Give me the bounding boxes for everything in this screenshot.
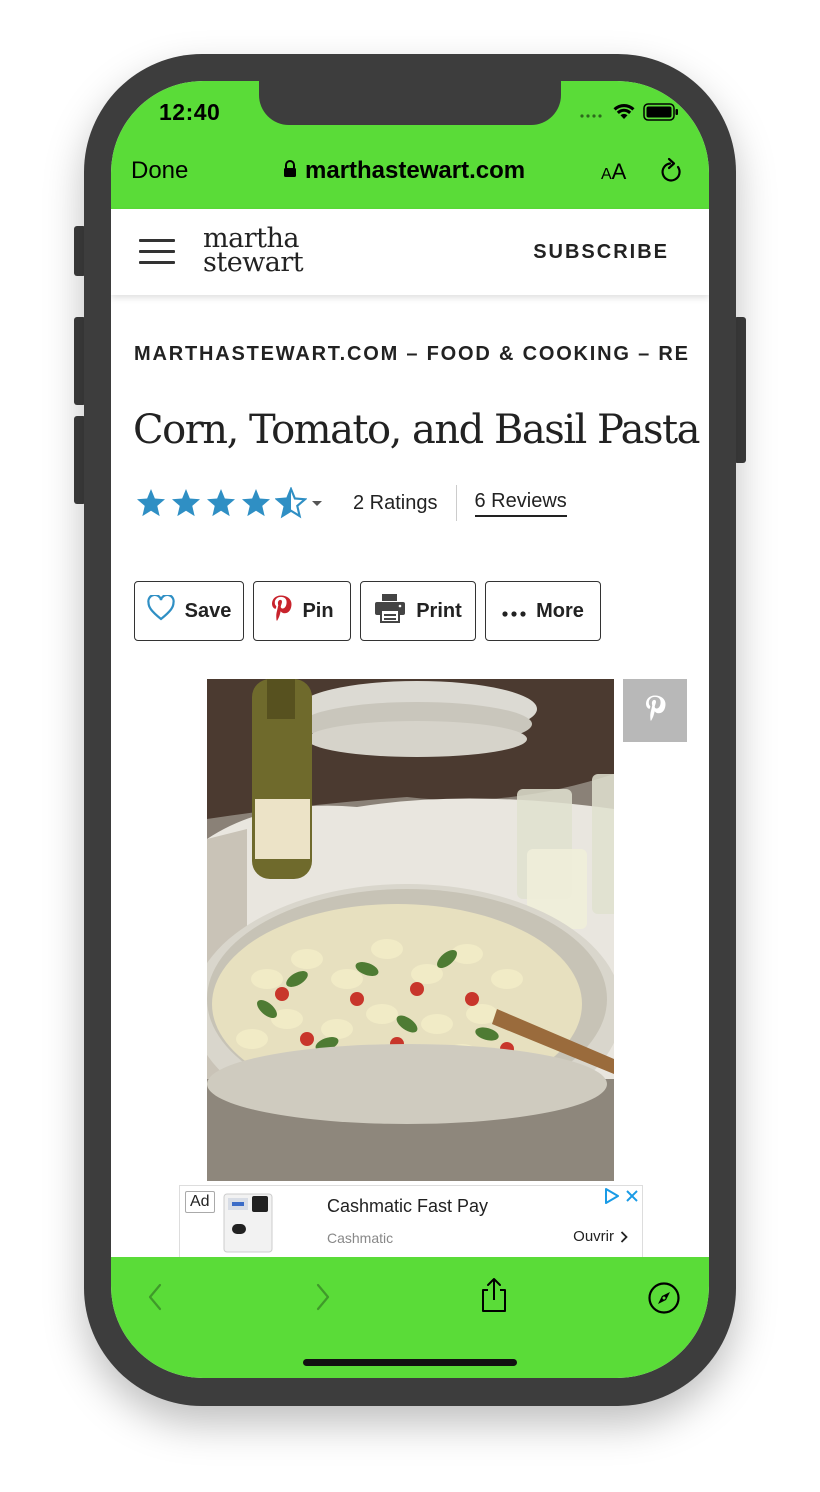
star-icon	[242, 489, 270, 517]
url-text: marthastewart.com	[305, 157, 526, 184]
pin-button[interactable]: Pin	[253, 581, 351, 641]
pin-label: Pin	[302, 599, 334, 622]
star-icon	[207, 489, 235, 517]
done-button[interactable]: Done	[131, 157, 188, 185]
star-rating[interactable]	[135, 487, 307, 519]
more-dots-icon	[502, 600, 526, 623]
page-title: Corn, Tomato, and Basil Pasta	[133, 407, 700, 453]
pinterest-icon	[270, 594, 292, 628]
chevron-down-icon[interactable]	[311, 494, 323, 512]
rating-row: 2 Ratings 6 Reviews	[135, 485, 567, 521]
action-buttons: Save Pin Print More	[134, 581, 601, 641]
hamburger-menu-icon[interactable]	[139, 239, 175, 265]
star-icon	[172, 489, 200, 517]
chevron-right-icon	[620, 1230, 628, 1243]
signal-icon	[579, 106, 605, 124]
ad-open-label: Ouvrir	[573, 1228, 614, 1245]
text-size-button[interactable]: AA	[601, 159, 626, 185]
star-icon	[137, 489, 165, 517]
ad-banner[interactable]: Ad Cashmatic Fast Pay Cashmatic Ouvrir	[179, 1185, 643, 1259]
compass-icon[interactable]	[647, 1281, 681, 1320]
ad-open-button[interactable]: Ouvrir	[573, 1228, 628, 1245]
home-indicator[interactable]	[303, 1359, 517, 1366]
phone-screen: 12:40 Done marthastewart.com AA martha s…	[111, 81, 709, 1378]
half-star-icon	[275, 487, 307, 519]
ad-sponsor: Cashmatic	[327, 1230, 394, 1246]
logo-line-2: stewart	[203, 247, 304, 278]
heart-icon	[146, 593, 175, 627]
print-button[interactable]: Print	[360, 581, 476, 641]
more-label: More	[536, 599, 584, 622]
more-button[interactable]: More	[485, 581, 601, 641]
pin-image-button[interactable]	[623, 679, 687, 742]
ad-choices[interactable]	[604, 1188, 638, 1204]
pinterest-icon	[644, 694, 666, 727]
share-icon[interactable]	[478, 1277, 510, 1318]
status-icons	[579, 103, 679, 126]
site-logo[interactable]: martha stewart	[203, 225, 304, 278]
subscribe-link[interactable]: SUBSCRIBE	[533, 241, 669, 264]
battery-icon	[643, 103, 679, 126]
url-bar[interactable]: marthastewart.com	[283, 157, 525, 185]
save-label: Save	[184, 599, 232, 622]
browser-top-bar: 12:40 Done marthastewart.com AA	[111, 81, 709, 209]
ratings-count: 2 Ratings	[353, 485, 457, 521]
lock-icon	[283, 157, 297, 185]
printer-icon	[374, 593, 406, 629]
save-button[interactable]: Save	[134, 581, 244, 641]
adchoices-icon	[605, 1188, 619, 1204]
back-icon[interactable]	[147, 1283, 163, 1316]
breadcrumb[interactable]: MARTHASTEWART.COM – FOOD & COOKING – RE	[134, 343, 709, 366]
wifi-icon	[613, 103, 635, 126]
reviews-link[interactable]: 6 Reviews	[474, 490, 567, 517]
print-label: Print	[416, 599, 462, 622]
status-time: 12:40	[159, 99, 221, 125]
ad-badge: Ad	[185, 1191, 215, 1213]
recipe-photo[interactable]	[207, 679, 614, 1181]
site-header: martha stewart SUBSCRIBE	[111, 209, 709, 295]
ad-product-image	[222, 1190, 274, 1254]
forward-icon[interactable]	[315, 1283, 331, 1316]
close-icon[interactable]	[626, 1190, 638, 1202]
notch	[259, 81, 561, 125]
ad-title: Cashmatic Fast Pay	[327, 1196, 489, 1216]
reload-icon[interactable]	[659, 157, 685, 190]
